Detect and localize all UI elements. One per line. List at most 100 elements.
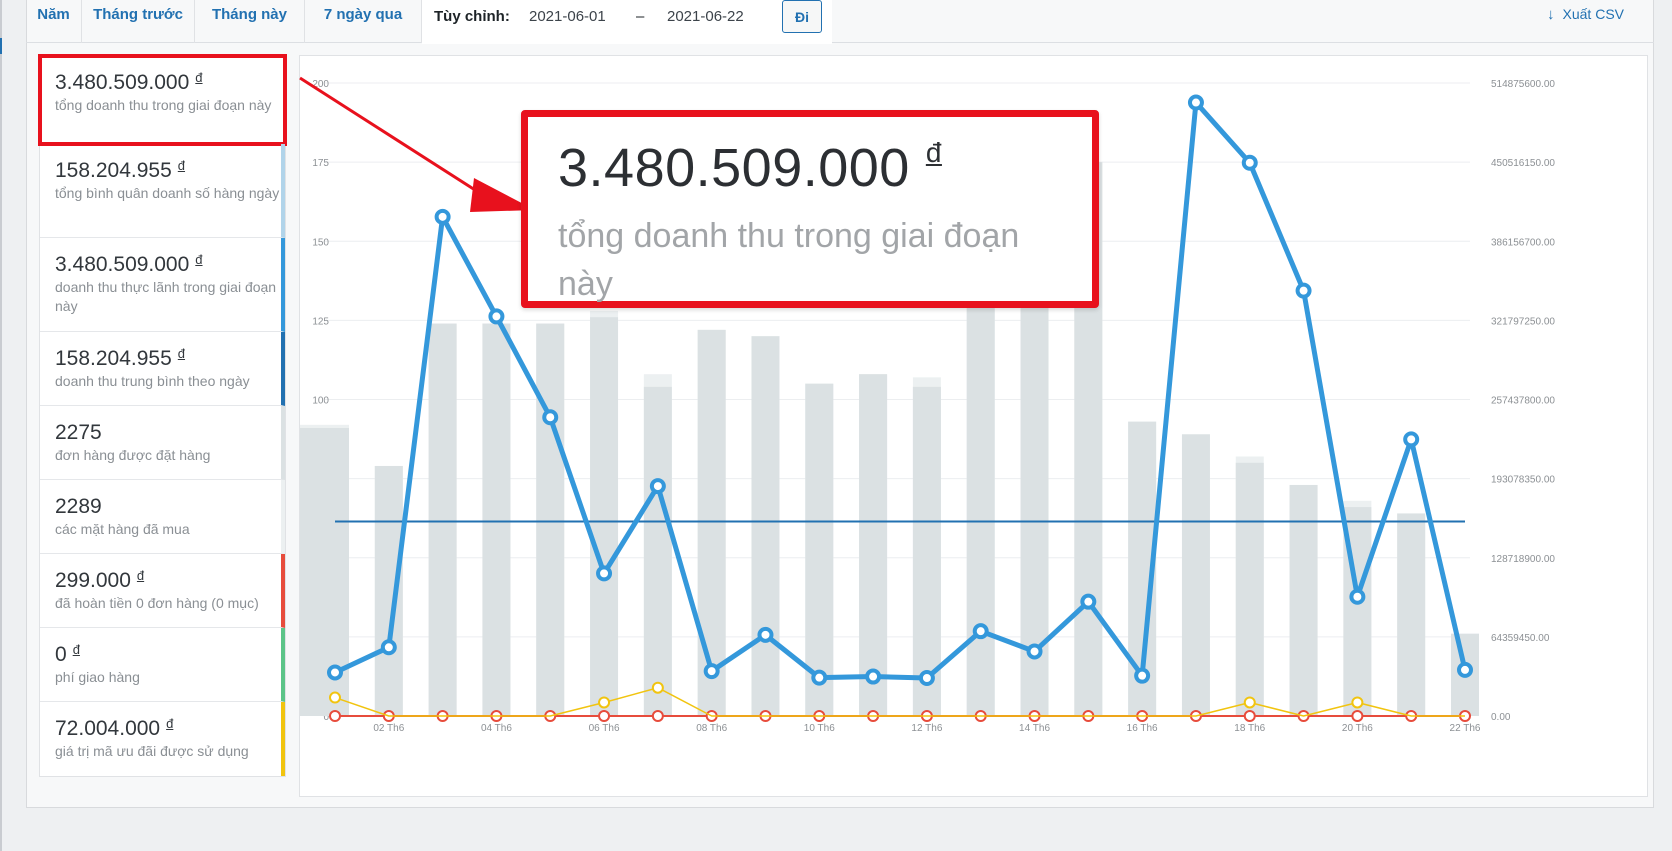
- bar-mark: [966, 301, 995, 716]
- currency-symbol: đ: [177, 346, 186, 361]
- zoom-value: 3.480.509.000: [558, 138, 910, 198]
- currency-symbol: đ: [136, 568, 145, 583]
- series-point: [1243, 710, 1256, 722]
- y-right-tick-label: 193078350.00: [1491, 475, 1555, 486]
- series-point: [1457, 661, 1473, 678]
- series-point: [757, 626, 774, 643]
- currency-symbol: đ: [166, 716, 174, 731]
- tab-year[interactable]: Năm: [26, 0, 82, 43]
- legend-item-orders-placed[interactable]: 2275 đơn hàng được đặt hàng: [40, 406, 285, 480]
- y-left-tick-label: 125: [312, 316, 329, 327]
- x-tick-label: 12 Th6: [911, 723, 942, 734]
- stats-legend: 3.480.509.000 đ tổng doanh thu trong giai…: [38, 54, 287, 777]
- bar-mark: [1289, 484, 1318, 716]
- series-point: [434, 208, 451, 225]
- legend-item-shipping[interactable]: 0đ phí giao hàng: [40, 628, 285, 702]
- series-point: [649, 478, 666, 495]
- zoom-callout: 3.480.509.000 đ tổng doanh thu trong giai…: [521, 110, 1099, 308]
- tab-last-7-days[interactable]: 7 ngày qua: [305, 0, 422, 43]
- period-tabs: Năm Tháng trước Tháng này 7 ngày qua Tùy…: [26, 0, 1654, 44]
- bar-mark: [697, 329, 726, 716]
- stat-value: 158.204.955: [55, 159, 172, 182]
- currency-symbol: đ: [177, 158, 186, 173]
- x-tick-label: 08 Th6: [696, 723, 727, 734]
- legend-item-avg-daily-sales[interactable]: 158.204.955 đ tổng bình quân doanh số hàn…: [40, 144, 285, 238]
- stat-label: các mặt hàng đã mua: [55, 521, 190, 537]
- y-right-tick-label: 0.00: [1491, 712, 1511, 723]
- series-point: [598, 710, 611, 722]
- series-point: [598, 696, 611, 709]
- legend-item-items-purchased[interactable]: 2289 các mặt hàng đã mua: [40, 480, 285, 554]
- date-separator: –: [636, 8, 645, 25]
- series-point: [1243, 696, 1256, 709]
- legend-item-coupons[interactable]: 72.004.000 đ giá trị mã ưu đãi được sử dụ…: [40, 702, 285, 776]
- custom-range-label: Tùy chỉnh:: [434, 8, 510, 25]
- series-point: [1241, 154, 1258, 171]
- legend-item-net-sales[interactable]: 3.480.509.000 đ doanh thu thực lãnh trong…: [40, 238, 285, 332]
- legend-item-total-sales[interactable]: 3.480.509.000 đ tổng doanh thu trong giai…: [38, 54, 287, 146]
- bar-mark: [1181, 434, 1210, 716]
- x-tick-label: 14 Th6: [1019, 723, 1050, 734]
- stat-label: doanh thu trung bình theo ngày: [55, 373, 250, 389]
- series-point: [327, 664, 343, 681]
- tab-this-month[interactable]: Tháng này: [195, 0, 305, 43]
- y-right-tick-label: 450516150.00: [1491, 158, 1555, 169]
- download-arrow-icon: ↓: [1547, 6, 1555, 23]
- x-tick-label: 02 Th6: [373, 723, 404, 734]
- currency-symbol: đ: [195, 252, 203, 267]
- series-point: [811, 669, 828, 686]
- series-point: [380, 639, 397, 656]
- y-right-tick-label: 514875600.00: [1491, 79, 1555, 90]
- bar-mark: [482, 323, 511, 716]
- series-point: [1351, 710, 1364, 722]
- bar-mark: [1397, 513, 1426, 716]
- series-point: [1349, 588, 1366, 605]
- bar-mark: [805, 383, 834, 716]
- series-point: [488, 308, 505, 325]
- y-left-tick-label: 200: [312, 79, 329, 90]
- series-point: [972, 623, 989, 640]
- series-point: [329, 691, 341, 704]
- stat-label: tổng bình quân doanh số hàng ngày: [55, 185, 280, 201]
- y-right-tick-label: 257437800.00: [1491, 396, 1555, 407]
- stat-label: doanh thu thực lãnh trong giai đoạn này: [55, 279, 277, 314]
- series-point: [1351, 696, 1364, 709]
- y-right-tick-label: 386156700.00: [1491, 237, 1555, 248]
- y-right-tick-label: 321797250.00: [1491, 316, 1555, 327]
- stat-value: 0: [55, 643, 67, 666]
- date-to-field[interactable]: 2021-06-22: [667, 8, 744, 25]
- go-button[interactable]: Đi: [782, 0, 822, 33]
- bar-mark: [536, 323, 565, 716]
- x-tick-label: 06 Th6: [589, 723, 620, 734]
- bar-mark: [590, 317, 619, 716]
- bar-mark: [428, 323, 457, 716]
- series-point: [596, 565, 613, 582]
- series-point: [1134, 667, 1151, 684]
- series-point: [651, 710, 664, 722]
- series-point: [1295, 282, 1312, 299]
- series-point: [1187, 94, 1204, 111]
- export-csv-link[interactable]: ↓ Xuất CSV: [1547, 6, 1624, 23]
- stat-label: tổng doanh thu trong giai đoạn này: [55, 97, 272, 113]
- legend-item-avg-net-sales[interactable]: 158.204.955 đ doanh thu trung bình theo n…: [40, 332, 285, 406]
- stat-value: 3.480.509.000: [55, 71, 190, 94]
- zoom-currency: đ: [925, 137, 942, 168]
- y-left-tick-label: 175: [312, 158, 329, 169]
- x-tick-label: 10 Th6: [804, 723, 835, 734]
- currency-symbol: đ: [195, 70, 203, 85]
- stat-value: 158.204.955: [55, 347, 172, 370]
- legend-item-refunded[interactable]: 299.000 đ đã hoàn tiền 0 đơn hàng (0 mục): [40, 554, 285, 628]
- date-from-field[interactable]: 2021-06-01: [529, 8, 606, 25]
- stat-label: đã hoàn tiền 0 đơn hàng (0 mục): [55, 595, 259, 611]
- stat-label: giá trị mã ưu đãi được sử dụng: [55, 743, 249, 759]
- y-right-tick-label: 64359450.00: [1491, 633, 1550, 644]
- stat-value: 2289: [55, 495, 102, 518]
- stat-value: 2275: [55, 421, 102, 444]
- bar-mark: [1235, 462, 1264, 716]
- x-tick-label: 16 Th6: [1127, 723, 1158, 734]
- zoom-label: tổng doanh thu trong giai đoạn này: [558, 217, 1020, 303]
- currency-symbol: đ: [72, 642, 80, 657]
- stat-value: 299.000: [55, 569, 131, 592]
- window-left-edge: [0, 0, 2, 851]
- tab-last-month[interactable]: Tháng trước: [82, 0, 195, 43]
